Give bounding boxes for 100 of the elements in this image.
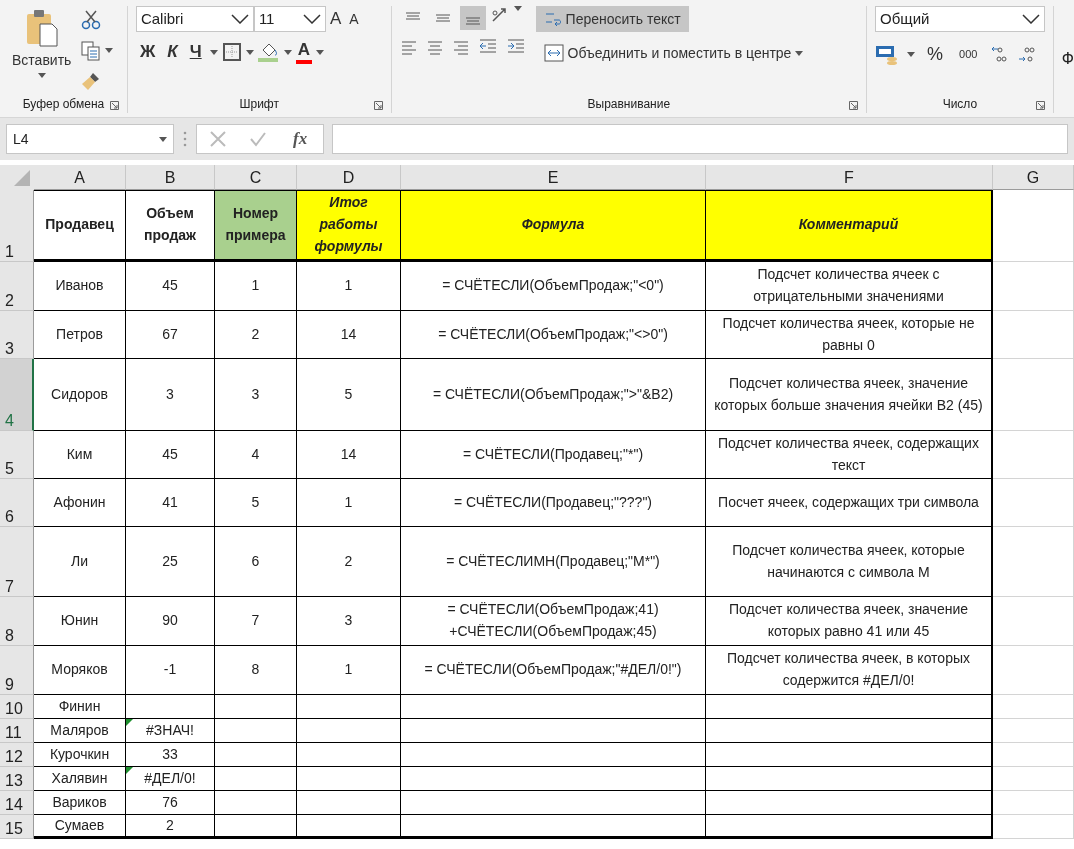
dropdown-caret-icon[interactable] — [105, 48, 114, 53]
chevron-down-icon[interactable] — [230, 14, 249, 24]
empty-cell[interactable] — [215, 719, 297, 743]
row-header[interactable]: 7 — [0, 527, 34, 597]
format-painter-icon[interactable] — [81, 71, 102, 91]
row-header[interactable]: 14 — [0, 791, 34, 815]
dialog-launcher-icon[interactable] — [109, 101, 119, 110]
empty-cell[interactable] — [706, 791, 993, 815]
dropdown-caret-icon[interactable] — [513, 6, 522, 11]
percent-button[interactable]: % — [923, 42, 948, 68]
empty-cell[interactable] — [401, 719, 706, 743]
empty-cell[interactable] — [297, 719, 401, 743]
column-header[interactable]: B — [126, 165, 215, 190]
empty-cell[interactable] — [297, 767, 401, 791]
empty-cell[interactable] — [215, 767, 297, 791]
row-header[interactable]: 6 — [0, 479, 34, 527]
dropdown-caret-icon[interactable] — [283, 49, 292, 55]
paste-button[interactable]: Вставить — [8, 6, 76, 95]
empty-cell[interactable] — [297, 815, 401, 839]
decrease-font-button[interactable]: A — [345, 8, 363, 30]
font-color-button[interactable]: A — [295, 40, 312, 65]
empty-cell[interactable] — [706, 719, 993, 743]
row-header[interactable]: 3 — [0, 311, 34, 359]
fill-bucket-icon[interactable] — [257, 41, 280, 64]
row-header[interactable]: 8 — [0, 597, 34, 646]
borders-icon[interactable] — [221, 42, 242, 63]
row-header[interactable]: 9 — [0, 646, 34, 695]
empty-cell[interactable] — [401, 815, 706, 839]
table-cell-text: Вариков — [52, 792, 107, 812]
empty-cell[interactable] — [215, 815, 297, 839]
increase-font-button[interactable]: A — [325, 6, 346, 32]
dialog-launcher-icon[interactable] — [373, 101, 383, 110]
currency-icon[interactable] — [875, 43, 900, 66]
empty-cell[interactable] — [706, 695, 993, 719]
column-header[interactable]: G — [993, 165, 1074, 190]
table-cell-text: 6 — [251, 551, 260, 571]
font-size-field[interactable]: 11 — [253, 6, 326, 32]
clipboard-icon — [24, 8, 59, 48]
empty-cell[interactable] — [706, 767, 993, 791]
dropdown-caret-icon[interactable] — [907, 52, 916, 58]
thousands-separator-button[interactable]: 000 — [955, 46, 982, 64]
scissors-icon[interactable] — [81, 10, 102, 30]
font-name-field[interactable]: Calibri — [135, 6, 254, 32]
row-header[interactable]: 13 — [0, 767, 34, 791]
table-cell-text: Финин — [58, 696, 101, 716]
empty-cell[interactable] — [706, 743, 993, 767]
copy-button[interactable] — [81, 40, 114, 61]
row-header[interactable]: 10 — [0, 695, 34, 719]
empty-cell[interactable] — [706, 815, 993, 839]
dialog-launcher-icon[interactable] — [849, 101, 859, 110]
empty-cell[interactable] — [401, 767, 706, 791]
merge-center-button[interactable]: Объединить и поместить в центре — [535, 40, 812, 66]
column-header[interactable]: C — [215, 165, 297, 190]
table-cell-text: Курочкин — [49, 744, 110, 764]
column-header[interactable]: D — [297, 165, 401, 190]
empty-cell[interactable] — [126, 695, 215, 719]
column-header[interactable]: A — [34, 165, 126, 190]
column-header[interactable]: F — [706, 165, 993, 190]
empty-cell[interactable] — [401, 695, 706, 719]
empty-cell[interactable] — [401, 791, 706, 815]
empty-cell[interactable] — [215, 695, 297, 719]
table-cell-text: = СЧЁТЕСЛИ(ОбъемПродаж;"<>0") — [438, 324, 668, 344]
row-header[interactable]: 2 — [0, 262, 34, 311]
row-header[interactable]: 1 — [0, 190, 34, 262]
row-header[interactable]: 12 — [0, 743, 34, 767]
bold-button[interactable]: Ж — [135, 40, 160, 65]
empty-cell[interactable] — [297, 695, 401, 719]
wrap-text-button[interactable]: Переносить текст — [535, 6, 689, 32]
dropdown-caret-icon[interactable] — [159, 136, 167, 142]
decrease-decimal-icon[interactable] — [1017, 44, 1038, 65]
name-box[interactable]: L4 — [6, 124, 174, 154]
chevron-down-icon[interactable] — [302, 14, 321, 24]
italic-button[interactable]: К — [163, 40, 182, 65]
align-bottom-icon[interactable] — [459, 6, 486, 30]
number-format-field[interactable]: Общий — [875, 6, 1045, 32]
dropdown-caret-icon[interactable] — [209, 49, 218, 55]
dropdown-caret-icon[interactable] — [245, 49, 254, 55]
empty-cell[interactable] — [401, 743, 706, 767]
row-header[interactable]: 5 — [0, 431, 34, 479]
table-cell-text: Подсчет количества ячеек, которые начинаются с символа М — [731, 540, 966, 582]
dropdown-caret-icon[interactable] — [795, 50, 804, 56]
row-header[interactable]: 15 — [0, 815, 34, 839]
insert-function-button[interactable]: fx — [289, 126, 312, 152]
column-header[interactable]: E — [401, 165, 706, 190]
group-label: Выравнивание — [587, 96, 671, 113]
chevron-down-icon[interactable] — [1021, 14, 1040, 24]
row-header[interactable]: 4 — [0, 359, 34, 431]
formula-input-field[interactable] — [332, 124, 1068, 154]
dropdown-caret-icon[interactable] — [315, 49, 324, 55]
underline-button[interactable]: Ч — [185, 40, 206, 65]
row-header[interactable]: 11 — [0, 719, 34, 743]
empty-cell[interactable] — [297, 791, 401, 815]
dialog-launcher-icon[interactable] — [1035, 101, 1045, 110]
increase-decimal-icon[interactable] — [989, 44, 1010, 65]
empty-cell[interactable] — [215, 791, 297, 815]
dropdown-caret-icon[interactable] — [37, 72, 46, 78]
empty-cell[interactable] — [297, 743, 401, 767]
table-cell-text: 3 — [251, 384, 260, 404]
empty-cell[interactable] — [215, 743, 297, 767]
check-icon[interactable] — [249, 130, 267, 148]
